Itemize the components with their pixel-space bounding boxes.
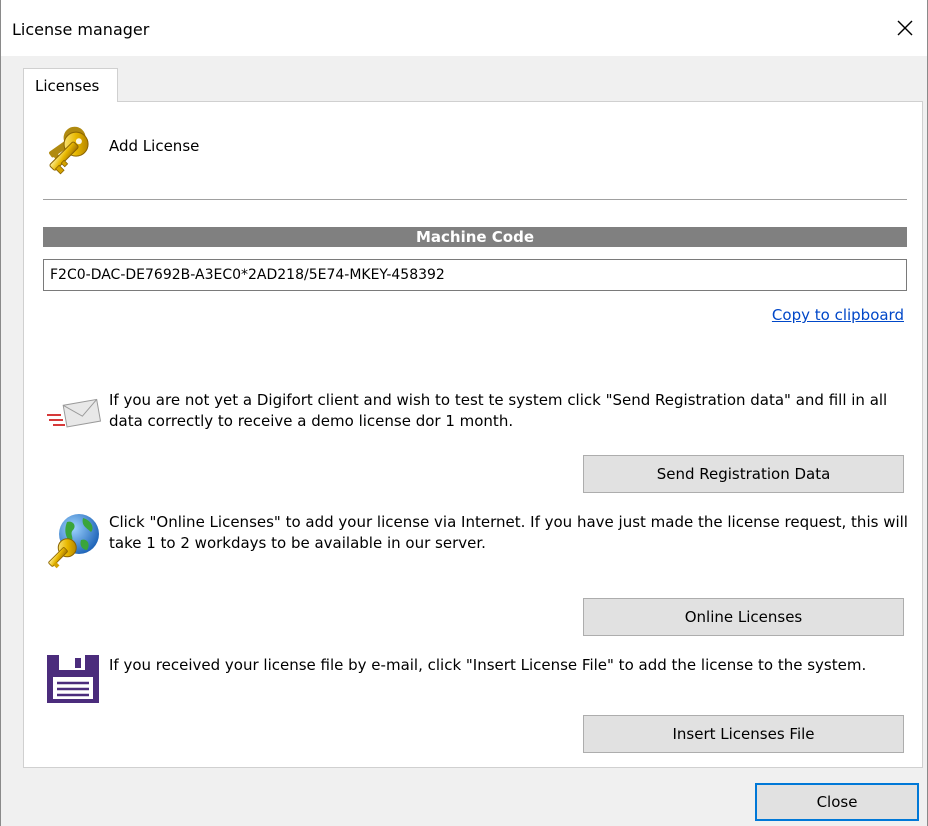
copy-to-clipboard-link[interactable]: Copy to clipboard bbox=[772, 306, 904, 324]
tab-licenses[interactable]: Licenses bbox=[23, 68, 118, 102]
machine-code-field[interactable]: F2C0-DAC-DE7692B-A3EC0*2AD218/5E74-MKEY-… bbox=[43, 259, 907, 291]
tab-licenses-label: Licenses bbox=[35, 77, 100, 95]
divider bbox=[43, 199, 907, 200]
insert-license-description: If you received your license file by e-m… bbox=[109, 656, 867, 674]
license-manager-window: License manager Licenses Add License Mac… bbox=[0, 0, 928, 826]
registration-description: If you are not yet a Digifort client and… bbox=[109, 391, 888, 430]
floppy-icon bbox=[47, 655, 99, 703]
title-bar: License manager bbox=[1, 0, 927, 56]
insert-licenses-file-button[interactable]: Insert Licenses File bbox=[583, 715, 904, 753]
add-license-label: Add License bbox=[109, 137, 200, 155]
machine-code-header: Machine Code bbox=[43, 227, 907, 247]
key-icon bbox=[49, 126, 89, 175]
online-licenses-description: Click "Online Licenses" to add your lice… bbox=[109, 513, 908, 552]
close-icon[interactable] bbox=[891, 14, 919, 42]
mail-icon bbox=[47, 398, 102, 428]
close-button[interactable]: Close bbox=[755, 783, 919, 821]
online-licenses-button[interactable]: Online Licenses bbox=[583, 598, 904, 636]
globe-key-icon bbox=[48, 514, 99, 569]
window-title: License manager bbox=[12, 20, 150, 39]
send-registration-data-button[interactable]: Send Registration Data bbox=[583, 455, 904, 493]
